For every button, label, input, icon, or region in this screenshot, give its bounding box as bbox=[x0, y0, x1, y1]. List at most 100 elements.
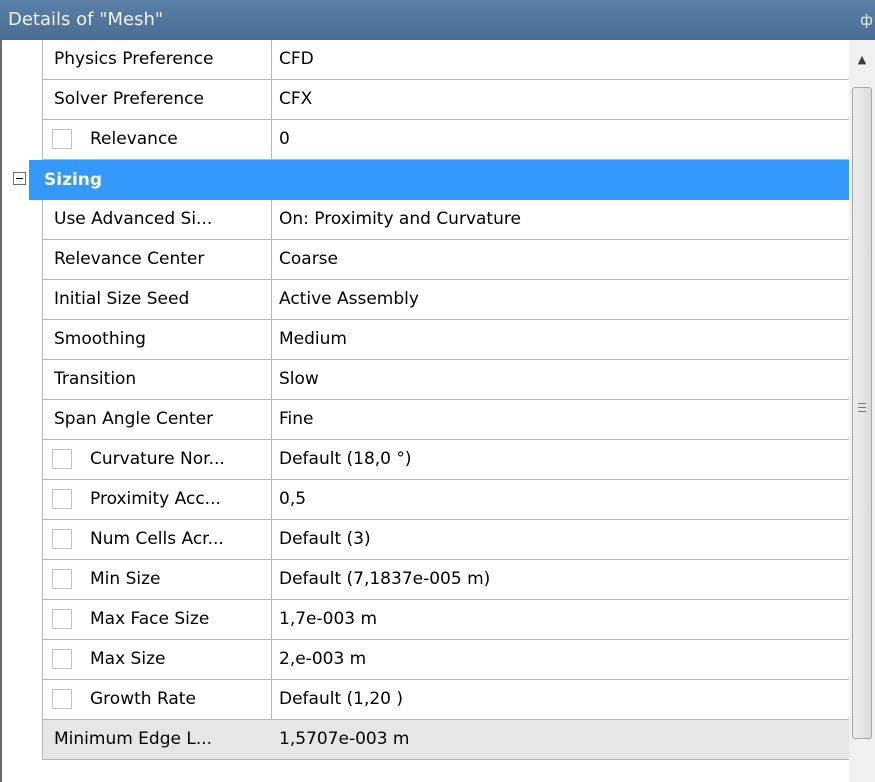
row-gutter bbox=[13, 560, 42, 600]
property-row[interactable]: Curvature Nor... Default (18,0 °) bbox=[13, 440, 849, 480]
property-name: Solver Preference bbox=[54, 89, 204, 109]
row-gutter bbox=[13, 600, 42, 640]
property-value-cell[interactable]: CFD bbox=[271, 40, 849, 80]
property-name-cell[interactable]: Span Angle Center bbox=[42, 400, 272, 440]
property-value: Coarse bbox=[279, 249, 338, 269]
property-name: Smoothing bbox=[54, 329, 146, 349]
property-name-cell[interactable]: Max Face Size bbox=[42, 600, 272, 640]
property-name-cell[interactable]: Growth Rate bbox=[42, 680, 272, 720]
property-name: Physics Preference bbox=[54, 49, 214, 69]
property-value-cell[interactable]: Default (3) bbox=[271, 520, 849, 560]
property-value: Default (18,0 °) bbox=[279, 449, 412, 469]
parameter-checkbox[interactable] bbox=[52, 609, 72, 629]
property-row[interactable]: Max Size 2,e-003 m bbox=[13, 640, 849, 680]
group-header-sizing[interactable]: Sizing bbox=[13, 160, 849, 200]
property-row[interactable]: Smoothing Medium bbox=[13, 320, 849, 360]
property-row[interactable]: Min Size Default (7,1837e-005 m) bbox=[13, 560, 849, 600]
parameter-checkbox[interactable] bbox=[52, 569, 72, 589]
row-gutter bbox=[13, 360, 42, 400]
parameter-checkbox[interactable] bbox=[52, 689, 72, 709]
property-value-cell[interactable]: Medium bbox=[271, 320, 849, 360]
property-value-cell[interactable]: 2,e-003 m bbox=[271, 640, 849, 680]
property-value-cell[interactable]: On: Proximity and Curvature bbox=[271, 200, 849, 240]
group-label: Sizing bbox=[44, 170, 103, 190]
row-gutter bbox=[13, 480, 42, 520]
property-name-cell[interactable]: Transition bbox=[42, 360, 272, 400]
row-gutter bbox=[13, 520, 42, 560]
property-row[interactable]: Span Angle Center Fine bbox=[13, 400, 849, 440]
property-row[interactable]: Transition Slow bbox=[13, 360, 849, 400]
property-name-cell[interactable]: Minimum Edge L... bbox=[42, 720, 272, 760]
property-value-cell[interactable]: Coarse bbox=[271, 240, 849, 280]
property-name: Min Size bbox=[90, 569, 161, 589]
property-value: Medium bbox=[279, 329, 347, 349]
property-row[interactable]: Relevance Center Coarse bbox=[13, 240, 849, 280]
property-value-cell[interactable]: 1,5707e-003 m bbox=[271, 720, 849, 760]
property-name-cell[interactable]: Relevance Center bbox=[42, 240, 272, 280]
property-name-cell[interactable]: Initial Size Seed bbox=[42, 280, 272, 320]
property-value-cell[interactable]: Default (7,1837e-005 m) bbox=[271, 560, 849, 600]
property-value-cell[interactable]: Slow bbox=[271, 360, 849, 400]
property-name-cell[interactable]: Physics Preference bbox=[42, 40, 272, 80]
scroll-thumb[interactable] bbox=[852, 87, 872, 739]
property-value: Active Assembly bbox=[279, 289, 419, 309]
property-row[interactable]: Max Face Size 1,7e-003 m bbox=[13, 600, 849, 640]
property-name: Relevance bbox=[90, 129, 178, 149]
property-value: CFX bbox=[279, 89, 313, 109]
property-value: CFD bbox=[279, 49, 314, 69]
property-name-cell[interactable]: Num Cells Acr... bbox=[42, 520, 272, 560]
property-value-cell[interactable]: 0 bbox=[271, 120, 849, 160]
row-gutter bbox=[13, 400, 42, 440]
parameter-checkbox[interactable] bbox=[52, 489, 72, 509]
property-name-cell[interactable]: Use Advanced Si... bbox=[42, 200, 272, 240]
group-header-bar[interactable]: Sizing bbox=[29, 160, 849, 200]
property-name: Max Size bbox=[90, 649, 166, 669]
property-name: Transition bbox=[54, 369, 137, 389]
row-gutter bbox=[13, 80, 42, 120]
row-gutter bbox=[13, 320, 42, 360]
pin-icon[interactable]: ф bbox=[860, 0, 873, 40]
row-gutter bbox=[13, 280, 42, 320]
row-gutter bbox=[13, 200, 42, 240]
row-gutter bbox=[13, 640, 42, 680]
property-value-cell[interactable]: 1,7e-003 m bbox=[271, 600, 849, 640]
property-row[interactable]: Solver Preference CFX bbox=[13, 80, 849, 120]
property-name-cell[interactable]: Max Size bbox=[42, 640, 272, 680]
property-row[interactable]: Growth Rate Default (1,20 ) bbox=[13, 680, 849, 720]
property-name: Relevance Center bbox=[54, 249, 205, 269]
property-row[interactable]: Num Cells Acr... Default (3) bbox=[13, 520, 849, 560]
property-row[interactable]: Physics Preference CFD bbox=[13, 40, 849, 80]
property-value-cell[interactable]: Fine bbox=[271, 400, 849, 440]
parameter-checkbox[interactable] bbox=[52, 649, 72, 669]
property-row[interactable]: Relevance 0 bbox=[13, 120, 849, 160]
property-row[interactable]: Minimum Edge L... 1,5707e-003 m bbox=[13, 720, 849, 760]
property-name-cell[interactable]: Proximity Acc... bbox=[42, 480, 272, 520]
property-name-cell[interactable]: Smoothing bbox=[42, 320, 272, 360]
row-gutter bbox=[13, 120, 42, 160]
property-row[interactable]: Proximity Acc... 0,5 bbox=[13, 480, 849, 520]
collapse-minus-icon[interactable] bbox=[13, 172, 26, 185]
parameter-checkbox[interactable] bbox=[52, 129, 72, 149]
parameter-checkbox[interactable] bbox=[52, 449, 72, 469]
property-row[interactable]: Initial Size Seed Active Assembly bbox=[13, 280, 849, 320]
parameter-checkbox[interactable] bbox=[52, 529, 72, 549]
property-value-cell[interactable]: Active Assembly bbox=[271, 280, 849, 320]
property-value: Default (1,20 ) bbox=[279, 689, 404, 709]
property-value: 2,e-003 m bbox=[279, 649, 367, 669]
property-name: Span Angle Center bbox=[54, 409, 214, 429]
property-value-cell[interactable]: 0,5 bbox=[271, 480, 849, 520]
property-value: Slow bbox=[279, 369, 319, 389]
vertical-scrollbar[interactable]: ▲ bbox=[849, 40, 875, 782]
property-name-cell[interactable]: Min Size bbox=[42, 560, 272, 600]
property-name: Curvature Nor... bbox=[90, 449, 225, 469]
property-value: 1,5707e-003 m bbox=[279, 729, 410, 749]
property-value-cell[interactable]: CFX bbox=[271, 80, 849, 120]
property-name-cell[interactable]: Curvature Nor... bbox=[42, 440, 272, 480]
scroll-up-arrow-icon[interactable]: ▲ bbox=[849, 40, 875, 80]
property-name-cell[interactable]: Solver Preference bbox=[42, 80, 272, 120]
property-row[interactable]: Use Advanced Si... On: Proximity and Curv… bbox=[13, 200, 849, 240]
property-value-cell[interactable]: Default (1,20 ) bbox=[271, 680, 849, 720]
row-gutter bbox=[13, 680, 42, 720]
property-name-cell[interactable]: Relevance bbox=[42, 120, 272, 160]
property-value-cell[interactable]: Default (18,0 °) bbox=[271, 440, 849, 480]
